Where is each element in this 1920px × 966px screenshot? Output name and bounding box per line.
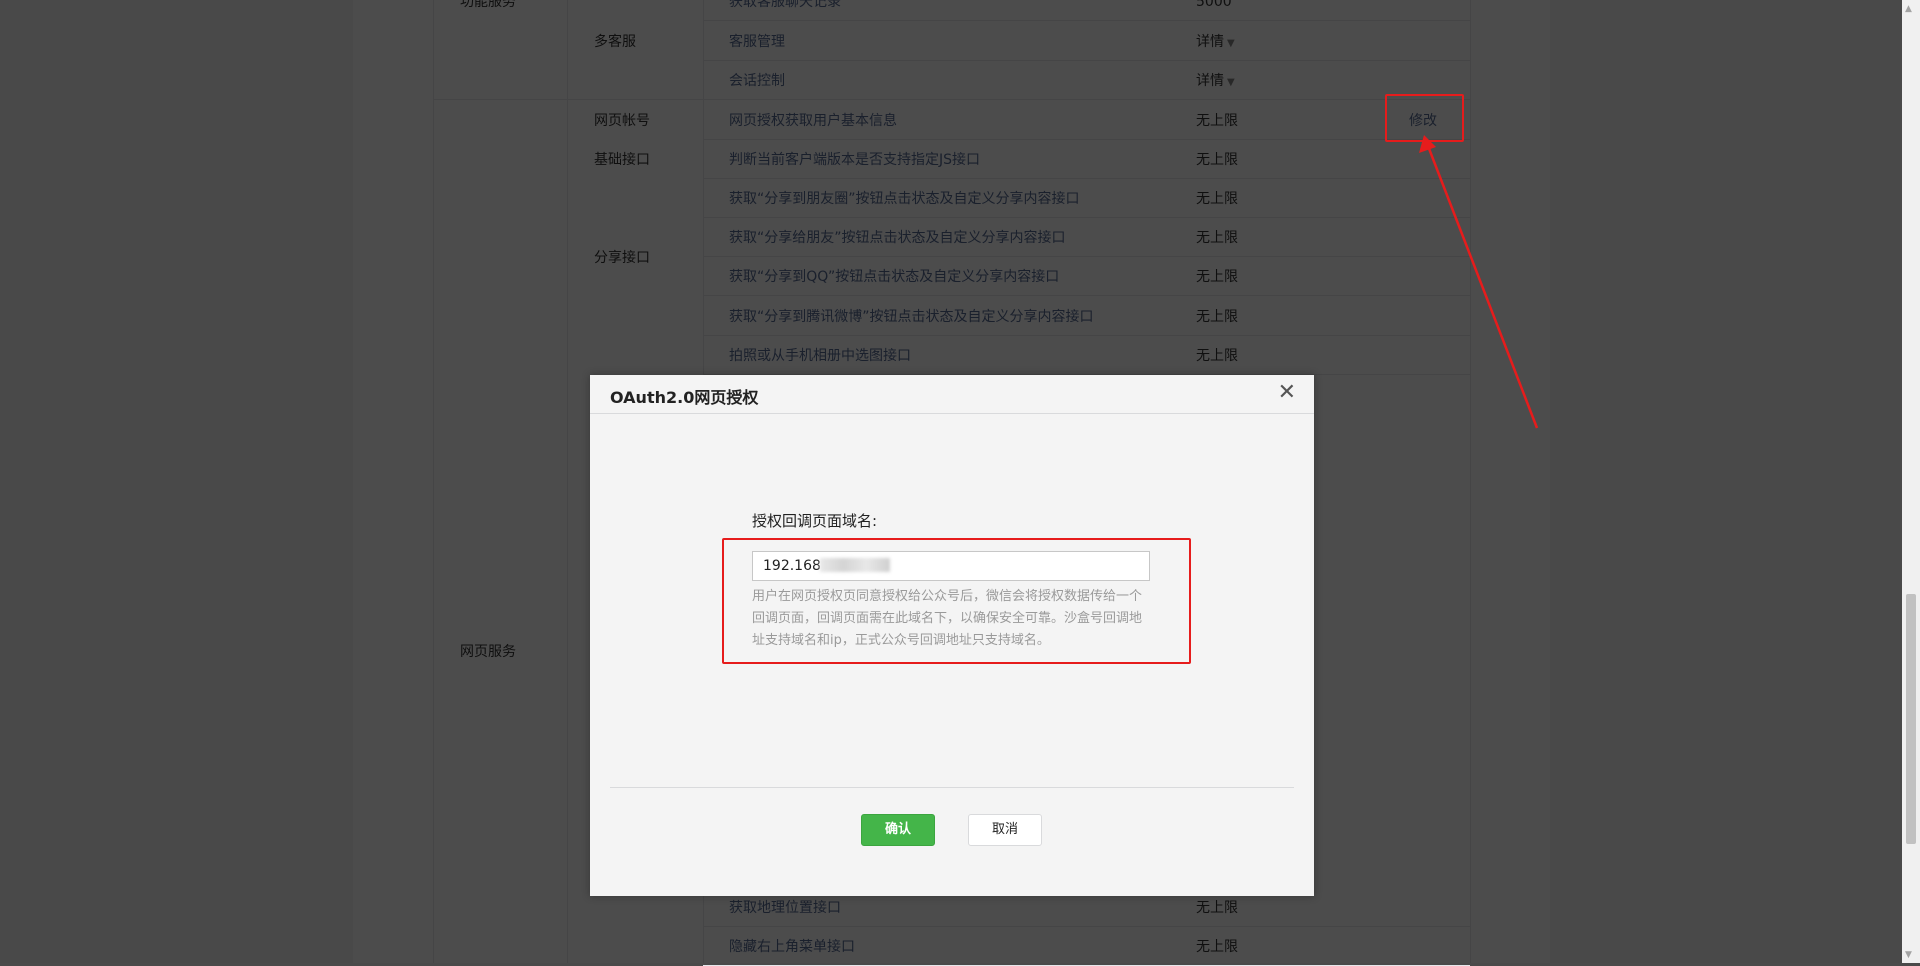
scrollbar-thumb[interactable] [1906,594,1916,844]
close-icon[interactable]: ✕ [1278,381,1296,405]
dialog-divider [610,787,1294,788]
dialog-header: OAuth2.0网页授权 ✕ [590,375,1314,414]
scroll-up-icon[interactable]: ▲ [1905,4,1912,14]
scroll-down-icon[interactable]: ▼ [1905,950,1912,960]
cancel-button[interactable]: 取消 [968,814,1042,846]
annotation-highlight-box [1385,94,1464,142]
dialog-title: OAuth2.0网页授权 [610,388,759,407]
input-highlight-box [722,538,1191,664]
confirm-button[interactable]: 确认 [861,814,935,846]
callback-domain-label: 授权回调页面域名: [752,512,878,530]
